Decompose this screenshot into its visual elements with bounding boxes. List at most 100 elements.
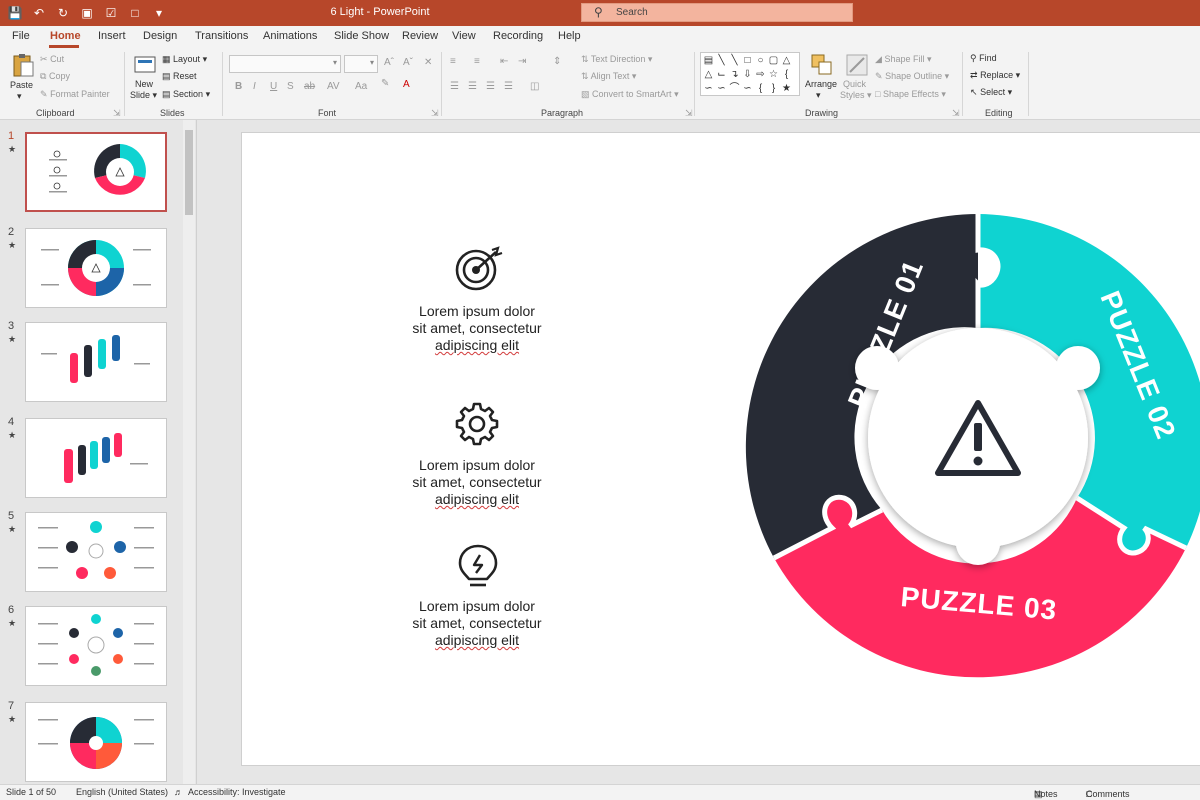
font-size-select[interactable]: ▾ [344, 55, 378, 73]
text-direction-button[interactable]: ⇅ Text Direction ▾ [581, 54, 652, 65]
tab-home[interactable]: Home [50, 30, 81, 42]
slide-canvas[interactable]: Lorem ipsum dolor sit amet, consectetur … [241, 132, 1200, 766]
bullets-icon[interactable]: ≡ [450, 56, 456, 67]
layout-button[interactable]: ▦ Layout ▾ [162, 54, 207, 65]
tab-insert[interactable]: Insert [98, 30, 126, 42]
arc-shape-icon[interactable]: ⌒ [729, 83, 740, 94]
change-case-button[interactable]: Aa [355, 81, 367, 92]
reset-button[interactable]: ▤ Reset [162, 71, 197, 82]
font-color-icon[interactable]: A [403, 79, 410, 90]
italic-button[interactable]: I [253, 81, 256, 92]
slide-thumbnail-2[interactable] [25, 228, 167, 308]
replace-button[interactable]: ⇄ Replace ▾ [970, 70, 1020, 81]
slide-thumbnail-7[interactable] [25, 702, 167, 782]
search-input[interactable]: ⚲ Search [581, 3, 853, 22]
section-button[interactable]: ▤ Section ▾ [162, 89, 210, 100]
numbering-icon[interactable]: ≡ [474, 56, 480, 67]
arrow-shape-icon[interactable]: ⇨ [755, 69, 766, 80]
shape-outline-button[interactable]: ✎ Shape Outline ▾ [875, 71, 949, 82]
slide-thumbnail-4[interactable] [25, 418, 167, 498]
align-left-icon[interactable]: ☰ [450, 81, 459, 92]
tab-design[interactable]: Design [143, 30, 177, 42]
clipboard-launcher-icon[interactable]: ⇲ [113, 108, 121, 119]
copy-button[interactable]: ⧉ Copy [40, 71, 70, 82]
scrollbar-thumb[interactable] [185, 130, 193, 215]
connector-shape-icon[interactable]: ⌙ [716, 69, 727, 80]
line-shape-icon[interactable]: ╲ [716, 55, 727, 66]
justify-icon[interactable]: ☰ [504, 81, 513, 92]
new-slide-icon[interactable] [132, 52, 158, 78]
freeform-shape-icon[interactable]: ∽ [742, 83, 753, 94]
quick-styles-label[interactable]: Quick [843, 79, 866, 89]
cut-button[interactable]: ✂ Cut [40, 54, 64, 65]
paste-dropdown-icon[interactable]: ▾ [17, 91, 22, 102]
rounded-rect-shape-icon[interactable]: ▢ [768, 55, 779, 66]
align-text-button[interactable]: ⇅ Align Text ▾ [581, 71, 636, 82]
paragraph-launcher-icon[interactable]: ⇲ [685, 108, 693, 119]
curve-shape-icon[interactable]: ∽ [703, 83, 714, 94]
star-shape-icon[interactable]: ★ [781, 83, 792, 94]
oval-shape-icon[interactable]: ○ [755, 55, 766, 66]
slide-thumbnail-3[interactable] [25, 322, 167, 402]
paste-icon[interactable] [10, 52, 36, 78]
line-shape-icon[interactable]: ╲ [729, 55, 740, 66]
format-painter-button[interactable]: ✎ Format Painter [40, 89, 110, 100]
curve-shape-icon[interactable]: ∽ [716, 83, 727, 94]
tab-transitions[interactable]: Transitions [195, 30, 248, 42]
tab-slide-show[interactable]: Slide Show [334, 30, 389, 42]
drawing-launcher-icon[interactable]: ⇲ [952, 108, 960, 119]
clear-formatting-icon[interactable]: ✕ [424, 57, 432, 68]
shadow-button[interactable]: S [287, 81, 294, 92]
triangle-shape-icon[interactable]: △ [703, 69, 714, 80]
thumbnail-scrollbar[interactable] [183, 120, 195, 784]
quick-styles-button[interactable]: Styles ▾ [840, 90, 872, 101]
slide-thumbnail-1[interactable] [25, 132, 167, 212]
arrange-button[interactable]: Arrange [805, 79, 837, 89]
align-right-icon[interactable]: ☰ [486, 81, 495, 92]
brace-shape-icon[interactable]: { [755, 83, 766, 94]
rectangle-shape-icon[interactable]: □ [742, 55, 753, 66]
arrange-icon[interactable] [809, 52, 835, 78]
bold-button[interactable]: B [235, 81, 242, 92]
new-slide-button[interactable]: Slide ▾ [130, 90, 157, 101]
columns-icon[interactable]: ◫ [530, 81, 539, 92]
tab-animations[interactable]: Animations [263, 30, 317, 42]
tab-recording[interactable]: Recording [493, 30, 543, 42]
align-center-icon[interactable]: ☰ [468, 81, 477, 92]
triangle-shape-icon[interactable]: △ [781, 55, 792, 66]
arrow-shape-icon[interactable]: ⇩ [742, 69, 753, 80]
strikethrough-button[interactable]: ab [304, 81, 315, 92]
shapes-gallery[interactable]: ▤ ╲ ╲ □ ○ ▢ △ △ ⌙ ↴ ⇩ ⇨ ☆ { ∽ ∽ ⌒ ∽ { } … [700, 52, 800, 96]
character-spacing-button[interactable]: AV [327, 81, 340, 92]
connector-shape-icon[interactable]: ↴ [729, 69, 740, 80]
textbox-shape-icon[interactable]: ▤ [703, 55, 714, 66]
tab-view[interactable]: View [452, 30, 476, 42]
accessibility-status[interactable]: Accessibility: Investigate [188, 787, 286, 797]
accessibility-icon[interactable]: ♬ [174, 787, 183, 797]
font-family-select[interactable]: ▾ [229, 55, 341, 73]
decrease-font-icon[interactable]: Aˇ [403, 57, 413, 68]
tab-file[interactable]: File [12, 30, 30, 42]
slide-thumbnail-6[interactable] [25, 606, 167, 686]
shape-effects-button[interactable]: □ Shape Effects ▾ [875, 89, 946, 100]
shape-fill-button[interactable]: ◢ Shape Fill ▾ [875, 54, 932, 65]
puzzle-ring-diagram[interactable]: PUZZLE 01 PUZZLE 02 PUZZLE 03 [732, 198, 1200, 688]
select-button[interactable]: ↖ Select ▾ [970, 87, 1012, 98]
new-slide-label[interactable]: New [135, 79, 153, 89]
underline-button[interactable]: U [270, 81, 277, 92]
paste-button[interactable]: Paste [10, 80, 33, 90]
tab-help[interactable]: Help [558, 30, 581, 42]
find-button[interactable]: ⚲ Find [970, 53, 997, 64]
line-spacing-icon[interactable]: ⇕ [553, 56, 561, 67]
font-launcher-icon[interactable]: ⇲ [431, 108, 439, 119]
decrease-indent-icon[interactable]: ⇤ [500, 56, 508, 67]
brace-shape-icon[interactable]: } [768, 83, 779, 94]
language-indicator[interactable]: English (United States) [76, 787, 168, 797]
slide-thumbnail-5[interactable] [25, 512, 167, 592]
tab-review[interactable]: Review [402, 30, 438, 42]
quick-styles-icon[interactable] [844, 52, 870, 78]
arrange-dropdown-icon[interactable]: ▾ [816, 90, 821, 101]
brace-shape-icon[interactable]: { [781, 69, 792, 80]
increase-font-icon[interactable]: Aˆ [384, 57, 394, 68]
star-shape-icon[interactable]: ☆ [768, 69, 779, 80]
